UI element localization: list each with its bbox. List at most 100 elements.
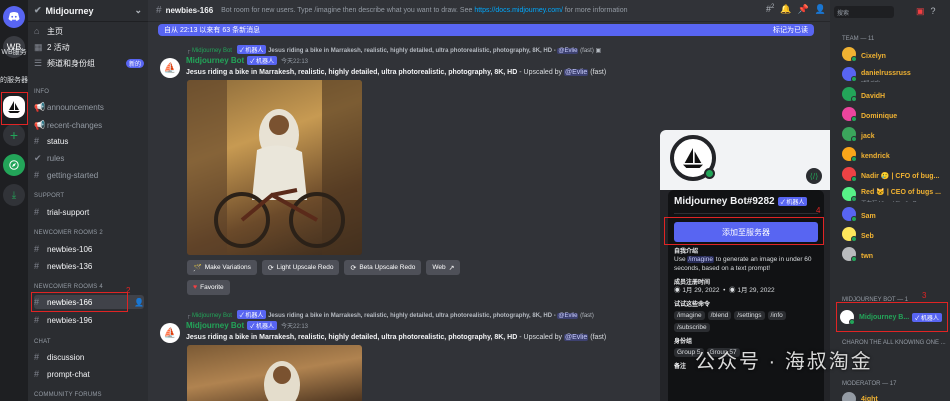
members-icon[interactable]: 👤 xyxy=(815,4,826,15)
member-item[interactable]: jack xyxy=(842,126,948,142)
channel-label: trial-support xyxy=(47,207,90,217)
member-item[interactable]: twn xyxy=(842,246,948,262)
hash-icon: # xyxy=(34,315,40,325)
member-item[interactable]: Dominique xyxy=(842,106,948,122)
channel-status[interactable]: # status xyxy=(34,134,144,148)
discord-logo-icon[interactable] xyxy=(3,6,25,28)
status-icon xyxy=(851,216,857,222)
member-item[interactable]: DavidH xyxy=(842,86,948,102)
heart-icon: ♥ xyxy=(193,284,198,291)
generated-image-2[interactable] xyxy=(187,345,362,401)
member-name: Cixelyn xyxy=(861,53,886,60)
member-item[interactable]: Cixelyn xyxy=(842,46,948,62)
member-item[interactable]: 4ight xyxy=(842,391,948,401)
channel-browse[interactable]: ☰ 频道和身份组 新的 xyxy=(34,56,144,70)
channel-getting-started[interactable]: # getting-started xyxy=(34,168,144,182)
avatar[interactable]: ⛵ xyxy=(160,58,180,78)
annotation-box-server xyxy=(1,92,28,125)
channel-label: newbies-136 xyxy=(47,261,93,271)
member-name: Dominique xyxy=(861,113,898,120)
channel-announcements[interactable]: 📢 announcements xyxy=(34,100,144,114)
verified-icon: ✔ xyxy=(34,5,42,15)
download-icon[interactable]: ⤓ xyxy=(3,184,25,206)
beta-upscale-redo-button[interactable]: ⟳ Beta Upscale Redo xyxy=(344,260,422,275)
channel-trial-support[interactable]: # trial-support xyxy=(34,205,144,219)
member-name: twn xyxy=(861,253,874,260)
guild-header[interactable]: ✔ Midjourney ⌄ xyxy=(28,0,148,22)
member-item[interactable]: kendrick xyxy=(842,146,948,162)
reply-mention[interactable]: @Evlie xyxy=(557,313,579,319)
avatar xyxy=(842,147,857,162)
channel-prompt-chat[interactable]: # prompt-chat xyxy=(34,367,144,381)
member-item[interactable]: Sam xyxy=(842,206,948,222)
member-item[interactable]: Nadir 🥲 | CFO of bug... xyxy=(842,166,948,182)
message-text: Jesus riding a bike in Marrakesh, realis… xyxy=(186,334,606,341)
timestamp: 今天22:13 xyxy=(280,324,308,330)
channel-label: 2 活动 xyxy=(47,42,70,52)
command-chip[interactable]: /subscribe xyxy=(674,323,710,332)
channel-newbies-106[interactable]: # newbies-106 xyxy=(34,242,144,256)
make-variations-button[interactable]: 🪄 Make Variations xyxy=(187,260,257,275)
mark-read-button[interactable]: 标记为已读 xyxy=(773,25,808,35)
channel-rules[interactable]: ✔ rules xyxy=(34,151,144,165)
status-icon xyxy=(851,176,857,182)
light-upscale-redo-button[interactable]: ⟳ Light Upscale Redo xyxy=(261,260,340,275)
command-chip[interactable]: /info xyxy=(767,311,786,320)
command-chip[interactable]: /imagine xyxy=(674,311,705,320)
author-name: Midjourney Bot xyxy=(186,56,245,65)
status-icon xyxy=(851,156,857,162)
toolbar-icons: #2 🔔 📌 👤 xyxy=(766,4,826,15)
web-button[interactable]: Web ↗ xyxy=(426,260,461,275)
code-icon[interactable]: ⟨/⟩ xyxy=(806,168,822,184)
command-chip[interactable]: /blend xyxy=(707,311,732,320)
favorite-button[interactable]: ♥ Favorite xyxy=(187,280,230,295)
message-author[interactable]: Midjourney Bot ✓ 机器人 今天22:13 xyxy=(186,321,308,330)
button-label: Favorite xyxy=(200,284,224,291)
reply-preview[interactable]: ┌ Midjourney Bot ✓ 机器人 Jesus riding a bi… xyxy=(186,45,601,54)
category-newcomer-2[interactable]: NEWCOMER ROOMS 2 xyxy=(34,230,103,236)
inbox-icon[interactable]: ▣ xyxy=(916,6,925,17)
bell-icon[interactable]: 🔔 xyxy=(780,4,791,15)
channel-discussion[interactable]: # discussion xyxy=(34,350,144,364)
user-mention[interactable]: @Evlie xyxy=(564,69,589,76)
new-messages-bar[interactable]: 自从 22:13 以来有 63 条新消息 标记为已读 xyxy=(158,24,814,36)
category-community-forums[interactable]: COMMUNITY FORUMS xyxy=(34,392,102,398)
member-item[interactable]: Red 🐱 | CEO of bugs ... 正在玩 Visual Studio… xyxy=(842,186,948,202)
watermark: 公众号 · 海叔淘金 xyxy=(695,351,873,373)
avatar[interactable]: ⛵ xyxy=(160,323,180,343)
external-link-icon: ↗ xyxy=(448,264,455,272)
channel-home[interactable]: ⌂ 主页 xyxy=(34,24,144,38)
pin-icon[interactable]: 📌 xyxy=(798,4,809,15)
avatar xyxy=(842,227,857,242)
reply-mention[interactable]: @Evlie xyxy=(557,48,579,54)
category-info[interactable]: INFO xyxy=(34,89,49,95)
bot-badge: ✓ 机器人 xyxy=(236,310,267,319)
member-item[interactable]: danielrussruss still sick xyxy=(842,66,948,82)
user-mention[interactable]: @Evlie xyxy=(564,334,589,341)
channel-newbies-136[interactable]: # newbies-136 xyxy=(34,259,144,273)
command-chip[interactable]: /settings xyxy=(734,311,765,320)
member-item[interactable]: Seb xyxy=(842,226,948,242)
generated-image-1[interactable] xyxy=(187,80,362,255)
reply-preview[interactable]: ┌ Midjourney Bot ✓ 机器人 Jesus riding a bi… xyxy=(186,310,594,319)
category-chat[interactable]: CHAT xyxy=(34,339,51,345)
imagine-command[interactable]: /imagine xyxy=(687,256,714,263)
megaphone-icon: 📢 xyxy=(34,101,46,112)
channel-recent-changes[interactable]: 📢 recent-changes xyxy=(34,118,144,132)
threads-icon[interactable]: #2 xyxy=(766,4,774,15)
search-input[interactable]: 搜索 xyxy=(834,6,894,18)
channel-events[interactable]: ▦ 2 活动 xyxy=(34,40,144,54)
category-newcomer-4[interactable]: NEWCOMER ROOMS 4 xyxy=(34,284,103,290)
reply-text: Jesus riding a bike in Marrakesh, realis… xyxy=(268,313,556,319)
category-support[interactable]: SUPPORT xyxy=(34,193,64,199)
channel-newbies-196[interactable]: # newbies-196 xyxy=(34,313,144,327)
add-server-icon[interactable]: + xyxy=(3,124,25,146)
add-member-icon[interactable]: 👤 xyxy=(134,298,144,307)
message-author[interactable]: Midjourney Bot ✓ 机器人 今天22:13 xyxy=(186,56,308,65)
bot-badge: ✓ 机器人 xyxy=(247,321,277,330)
docs-link[interactable]: https://docs.midjourney.com/ xyxy=(474,7,563,14)
explore-icon[interactable] xyxy=(3,154,25,176)
channel-topic[interactable]: Bot room for new users. Type /imagine th… xyxy=(221,7,472,14)
command-list: /imagine /blend /settings /info /subscri… xyxy=(674,311,818,332)
help-icon[interactable]: ? xyxy=(931,6,936,17)
